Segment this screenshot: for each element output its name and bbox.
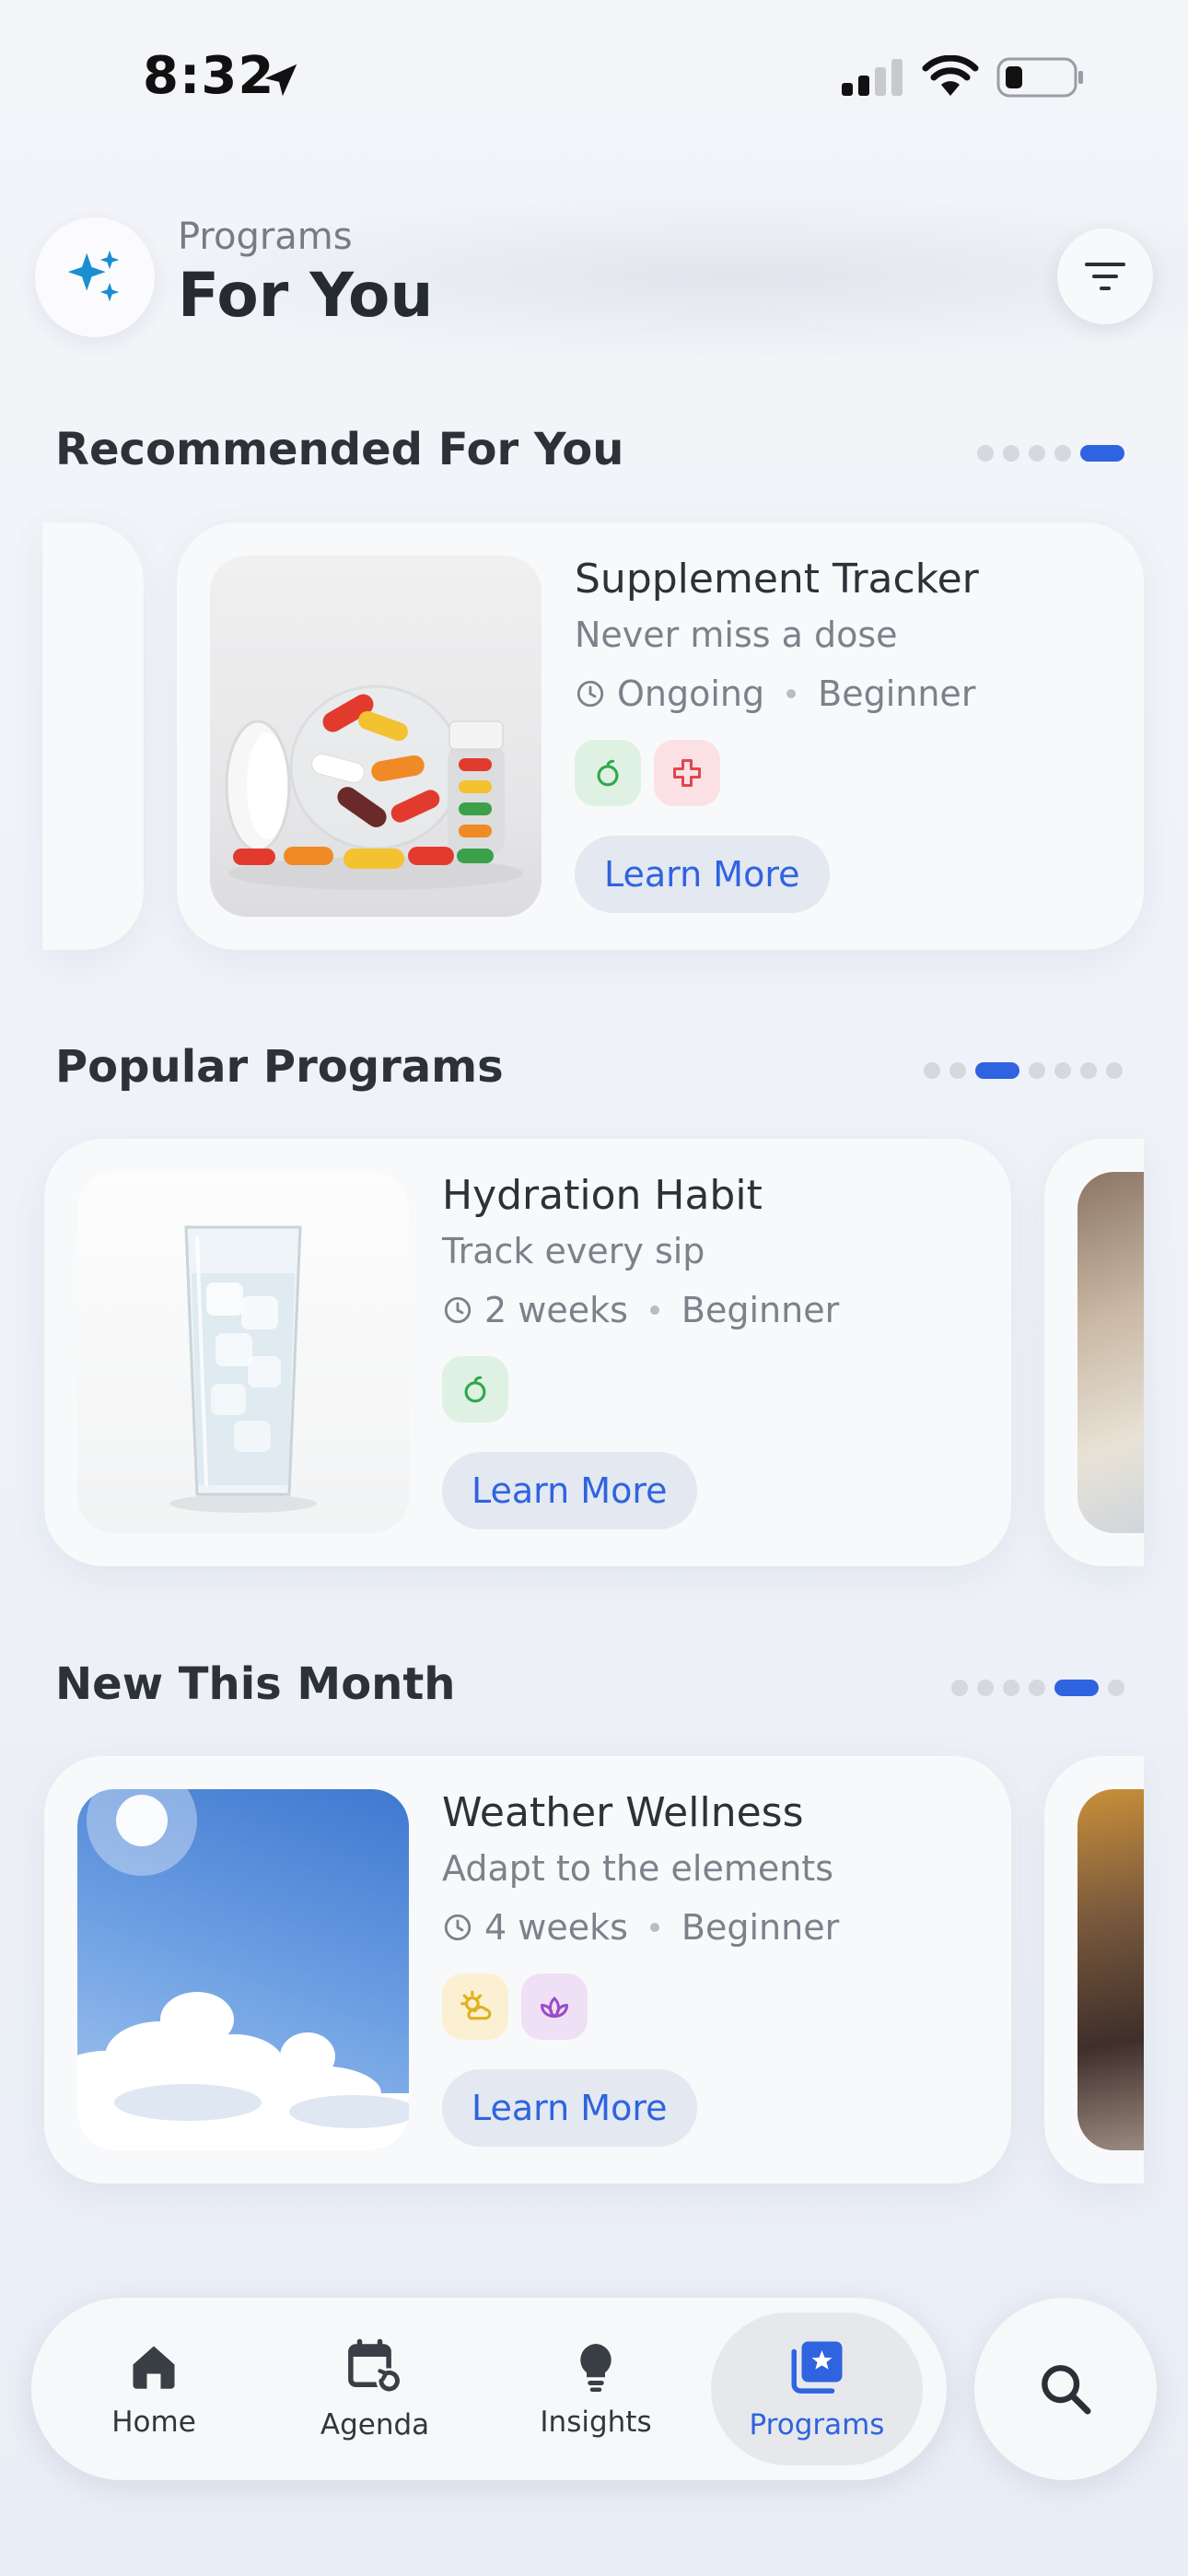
program-image-water-glass [77,1172,409,1533]
program-title: Weather Wellness [442,1789,804,1836]
carousel-indicator[interactable] [951,1679,1124,1697]
bottom-tab-bar: Home Agenda Insights Programs [31,2298,947,2480]
location-arrow-icon [264,64,297,97]
program-level: Beginner [818,673,976,714]
program-tags [442,1356,508,1423]
program-image-person [1077,1789,1144,2150]
program-meta: Ongoing Beginner [575,673,975,714]
program-subtitle: Never miss a dose [575,615,898,655]
section-title-recommended: Recommended For You [55,424,624,475]
carousel-card-previous[interactable] [42,522,144,950]
tab-label: Agenda [320,2408,430,2441]
program-subtitle: Adapt to the elements [442,1848,833,1889]
page-title: For You [178,260,434,331]
lotus-icon [521,1973,588,2040]
lightbulb-icon [580,2344,611,2392]
programs-icon [791,2341,843,2394]
program-title: Supplement Tracker [575,556,979,603]
tab-insights[interactable]: Insights [490,2298,702,2480]
tab-programs[interactable]: Programs [711,2313,923,2465]
program-image-pills [210,556,542,917]
section-title-popular: Popular Programs [55,1041,504,1093]
program-level: Beginner [681,1907,840,1948]
battery-icon [996,57,1083,98]
tab-home[interactable]: Home [48,2298,260,2480]
program-level: Beginner [681,1290,840,1330]
wifi-icon [922,55,979,96]
tab-label: Insights [540,2406,652,2439]
program-tags [575,740,720,806]
program-image-sleep [1077,1172,1144,1533]
status-bar: 8:32 [0,0,1188,157]
learn-more-button[interactable]: Learn More [575,836,830,913]
program-duration: Ongoing [617,673,765,714]
status-time: 8:32 [143,46,275,106]
cellular-signal-icon [842,59,903,96]
carousel-card-next[interactable] [1044,1756,1144,2184]
carousel-indicator[interactable] [924,1061,1123,1080]
tab-label: Programs [749,2408,885,2441]
carousel-card-next[interactable] [1044,1139,1144,1566]
calendar-icon [348,2338,402,2394]
search-button[interactable] [974,2298,1157,2480]
learn-more-button[interactable]: Learn More [442,1452,697,1529]
health-cross-icon [654,740,720,806]
clock-icon [444,1914,472,1941]
program-meta: 4 weeks Beginner [442,1907,839,1948]
sparkles-icon [35,217,155,337]
sun-cloud-icon [442,1973,508,2040]
tab-label: Home [111,2406,196,2439]
clock-icon [444,1296,472,1324]
search-icon [1042,2365,1091,2415]
clock-icon [577,680,604,708]
program-duration: 2 weeks [484,1290,628,1330]
header-subtitle: Programs [178,216,353,258]
program-card-supplement-tracker[interactable]: Supplement Tracker Never miss a dose Ong… [177,522,1144,950]
program-title: Hydration Habit [442,1172,763,1219]
nutrition-icon [442,1356,508,1423]
home-icon [133,2346,175,2389]
program-subtitle: Track every sip [442,1231,705,1271]
program-duration: 4 weeks [484,1907,628,1948]
nutrition-icon [575,740,641,806]
program-card-hydration-habit[interactable]: Hydration Habit Track every sip 2 weeks … [44,1139,1011,1566]
filter-icon [1085,263,1125,290]
program-image-sky [77,1789,409,2150]
carousel-indicator[interactable] [977,444,1124,463]
program-tags [442,1973,588,2040]
program-meta: 2 weeks Beginner [442,1290,839,1330]
learn-more-button[interactable]: Learn More [442,2069,697,2147]
program-card-weather-wellness[interactable]: Weather Wellness Adapt to the elements 4… [44,1756,1011,2184]
tab-agenda[interactable]: Agenda [269,2298,481,2480]
section-title-new: New This Month [55,1658,456,1710]
filter-button[interactable] [1057,228,1153,324]
